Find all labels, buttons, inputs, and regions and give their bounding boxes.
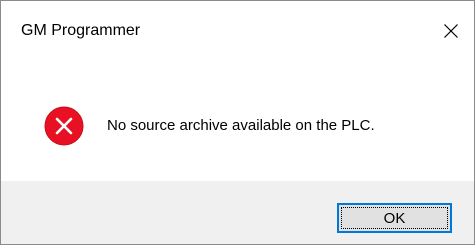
message-area: No source archive available on the PLC. [1,63,474,181]
close-icon [444,24,458,38]
message-text: No source archive available on the PLC. [107,117,375,134]
ok-button[interactable]: OK [337,203,452,233]
title-bar: GM Programmer [1,1,474,63]
ok-button-label: OK [383,209,406,227]
window-title: GM Programmer [21,22,141,39]
message-box-dialog: GM Programmer No source archive availabl… [0,0,475,245]
close-button[interactable] [428,11,474,51]
button-bar: OK [1,181,474,244]
error-icon [44,106,84,146]
